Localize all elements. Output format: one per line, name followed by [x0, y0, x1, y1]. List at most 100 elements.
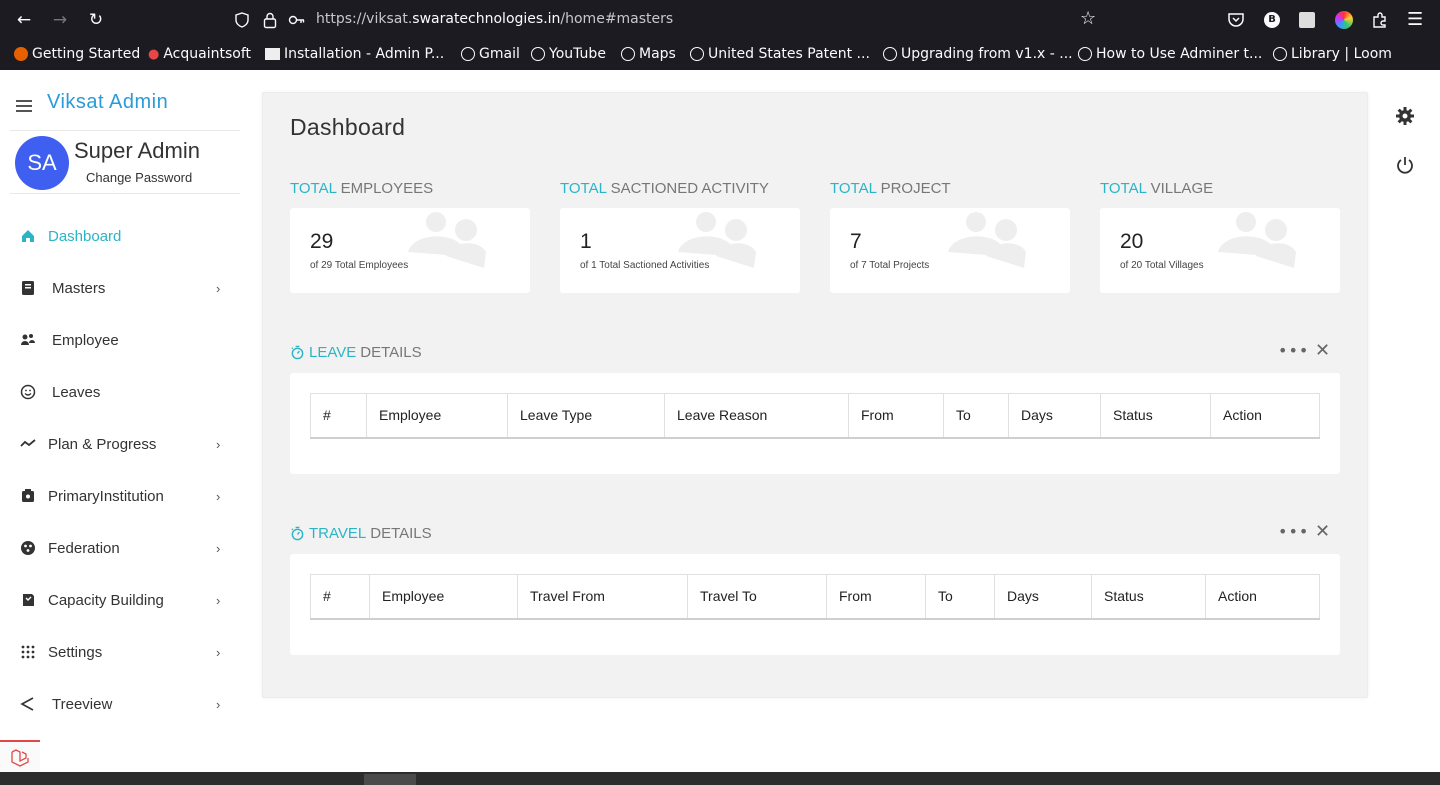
- travel-more-button[interactable]: •••: [1278, 522, 1309, 541]
- column-header[interactable]: Action: [1210, 393, 1320, 439]
- institution-icon: [22, 489, 34, 502]
- bookmark-gmail[interactable]: Gmail: [461, 46, 520, 62]
- column-header[interactable]: Status: [1100, 393, 1211, 439]
- shield-icon: [235, 12, 249, 28]
- sidebar-item-leaves[interactable]: Leaves: [0, 372, 240, 412]
- column-header[interactable]: Days: [1008, 393, 1101, 439]
- column-header[interactable]: Status: [1091, 574, 1206, 620]
- extension-image-icon[interactable]: [1299, 12, 1315, 28]
- sidebar-item-plan-progress[interactable]: Plan & Progress ›: [0, 424, 240, 464]
- column-header[interactable]: From: [848, 393, 944, 439]
- column-header[interactable]: Leave Reason: [664, 393, 849, 439]
- travel-close-button[interactable]: ✕: [1315, 521, 1330, 542]
- travel-details-heading: TRAVEL DETAILS: [290, 525, 432, 542]
- bookmark-uspto[interactable]: United States Patent ...: [690, 46, 870, 62]
- column-header[interactable]: Leave Type: [507, 393, 665, 439]
- bookmark-loom[interactable]: Library | Loom: [1273, 46, 1392, 62]
- sidebar-divider: [10, 130, 240, 131]
- stat-value: 1: [580, 230, 592, 253]
- sidebar-item-treeview[interactable]: Treeview ›: [0, 684, 240, 724]
- column-header[interactable]: Travel From: [517, 574, 688, 620]
- stat-card-project[interactable]: 7 of 7 Total Projects: [830, 208, 1070, 293]
- reload-icon[interactable]: ↻: [84, 8, 108, 32]
- gear-icon[interactable]: [1395, 106, 1415, 126]
- timer-icon: [291, 526, 304, 541]
- stat-heading-project: TOTAL PROJECT: [830, 180, 951, 197]
- color-extension-icon[interactable]: [1335, 11, 1353, 29]
- pocket-icon[interactable]: [1227, 11, 1245, 29]
- extensions-icon[interactable]: [1371, 11, 1389, 29]
- taskbar-item[interactable]: [364, 774, 416, 785]
- sidebar-item-masters[interactable]: Masters ›: [0, 268, 240, 308]
- back-icon[interactable]: ←: [12, 8, 36, 32]
- globe-icon: [1078, 47, 1092, 61]
- stat-value: 20: [1120, 230, 1144, 253]
- page-title: Dashboard: [290, 114, 406, 140]
- column-header[interactable]: Travel To: [687, 574, 827, 620]
- url-text[interactable]: https://viksat.swaratechnologies.in/home…: [316, 11, 673, 27]
- leave-more-button[interactable]: •••: [1278, 341, 1309, 360]
- timer-icon: [291, 345, 304, 360]
- bookmark-installation[interactable]: Installation - Admin P...: [265, 46, 444, 62]
- globe-icon: [883, 47, 897, 61]
- sidebar-item-settings[interactable]: Settings ›: [0, 632, 240, 672]
- column-header[interactable]: Days: [994, 574, 1092, 620]
- leave-table-card: # Employee Leave Type Leave Reason From …: [290, 373, 1340, 474]
- stat-card-activity[interactable]: 1 of 1 Total Sactioned Activities: [560, 208, 800, 293]
- bookmark-adminer[interactable]: How to Use Adminer t...: [1078, 46, 1262, 62]
- key-icon: [288, 15, 305, 25]
- column-header[interactable]: #: [310, 393, 367, 439]
- column-header[interactable]: From: [826, 574, 926, 620]
- federation-icon: [21, 541, 35, 555]
- stat-heading-village: TOTAL VILLAGE: [1100, 180, 1214, 197]
- taskbar: [0, 772, 1440, 785]
- bookmark-acquaintsoft[interactable]: ● Acquaintsoft: [148, 46, 251, 62]
- bookmark-upgrading[interactable]: Upgrading from v1.x - ...: [883, 46, 1073, 62]
- sidebar-item-employee[interactable]: Employee: [0, 320, 240, 360]
- column-header[interactable]: #: [310, 574, 370, 620]
- column-header[interactable]: Employee: [366, 393, 508, 439]
- users-icon: [21, 334, 35, 345]
- sidebar-item-capacity-building[interactable]: Capacity Building ›: [0, 580, 240, 620]
- stat-subtext: of 7 Total Projects: [850, 260, 930, 271]
- column-header[interactable]: Employee: [369, 574, 518, 620]
- extension-b-icon[interactable]: B: [1264, 12, 1280, 28]
- trend-icon: [20, 439, 36, 447]
- sidebar-item-primary-institution[interactable]: PrimaryInstitution ›: [0, 476, 240, 516]
- brand-title[interactable]: Viksat Admin: [47, 91, 168, 114]
- leave-close-button[interactable]: ✕: [1315, 340, 1330, 361]
- firefox-icon: [14, 47, 28, 61]
- change-password-link[interactable]: Change Password: [86, 170, 192, 185]
- globe-icon: [621, 47, 635, 61]
- sidebar-item-federation[interactable]: Federation ›: [0, 528, 240, 568]
- menu-icon[interactable]: ☰: [1407, 9, 1423, 30]
- lock-icon: [263, 12, 277, 29]
- stat-heading-activity: TOTAL SACTIONED ACTIVITY: [560, 180, 769, 197]
- forward-icon[interactable]: →: [48, 8, 72, 32]
- sidebar-item-dashboard[interactable]: Dashboard: [0, 216, 240, 256]
- travel-table-card: # Employee Travel From Travel To From To…: [290, 554, 1340, 655]
- url-bar[interactable]: https://viksat.swaratechnologies.in/home…: [226, 5, 1108, 35]
- bookmark-getting-started[interactable]: Getting Started: [14, 46, 140, 62]
- bookmark-youtube[interactable]: YouTube: [531, 46, 606, 62]
- column-header[interactable]: Action: [1205, 574, 1320, 620]
- grid-icon: [21, 645, 35, 659]
- power-icon[interactable]: [1395, 155, 1415, 175]
- globe-icon: [1273, 47, 1287, 61]
- travel-table: # Employee Travel From Travel To From To…: [310, 574, 1320, 620]
- stat-card-village[interactable]: 20 of 20 Total Villages: [1100, 208, 1340, 293]
- browser-toolbar: ← → ↻ https://viksat.swaratechnologies.i…: [0, 0, 1440, 40]
- column-header[interactable]: To: [943, 393, 1009, 439]
- acquaintsoft-icon: ●: [148, 46, 160, 62]
- users-watermark-icon: [948, 212, 1026, 268]
- debugbar-toggle[interactable]: [0, 740, 40, 772]
- bookmark-maps[interactable]: Maps: [621, 46, 676, 62]
- stat-card-employees[interactable]: 29 of 29 Total Employees: [290, 208, 530, 293]
- globe-icon: [531, 47, 545, 61]
- bookmarks-bar: Getting Started ● Acquaintsoft Installati…: [0, 40, 1440, 70]
- star-icon[interactable]: ☆: [1080, 8, 1096, 29]
- column-header[interactable]: To: [925, 574, 995, 620]
- chevron-right-icon: ›: [216, 644, 221, 660]
- hamburger-menu-icon[interactable]: [16, 100, 32, 112]
- home-icon: [22, 230, 34, 242]
